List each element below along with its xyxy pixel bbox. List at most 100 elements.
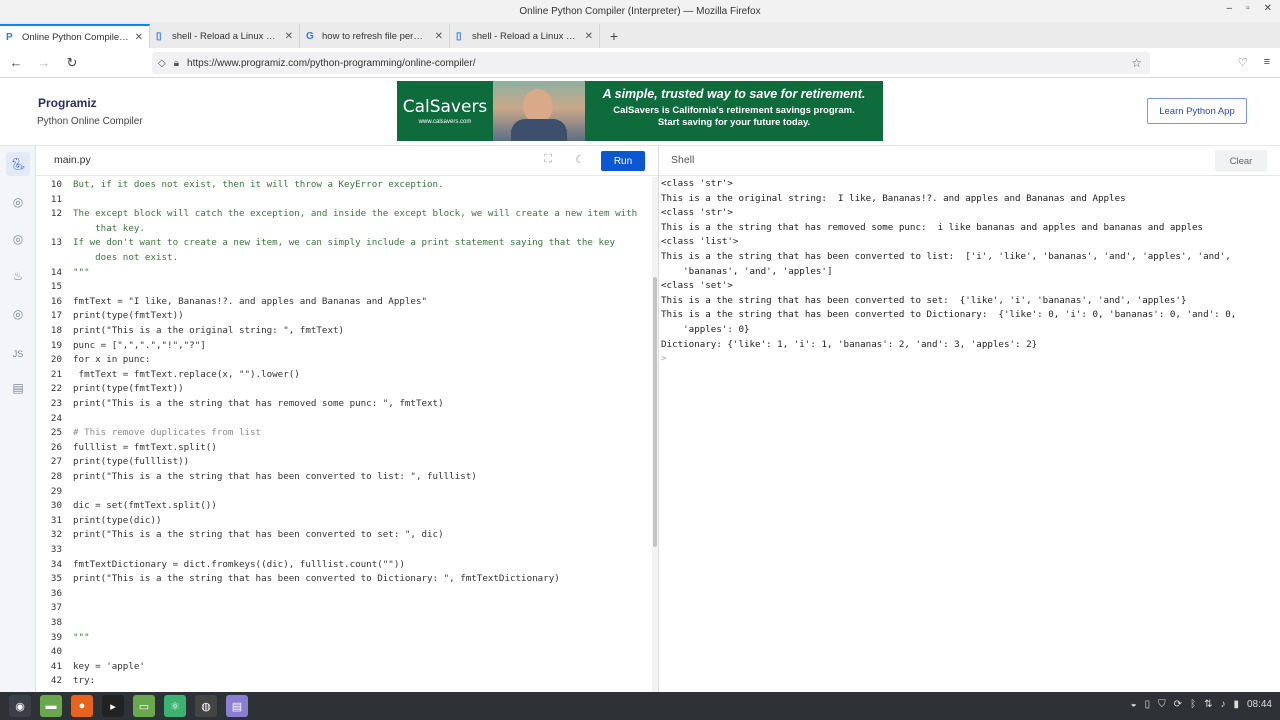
notes-app-icon[interactable]: ▤ <box>226 695 248 717</box>
code-line[interactable]: 13 If we don't want to create a new item,… <box>36 236 652 251</box>
network-status-icon[interactable]: ◒ <box>1131 699 1137 710</box>
code-line[interactable]: 22 print(type(fmtText)) <box>36 382 652 397</box>
code-line[interactable]: 28 print("This is a the string that has b… <box>36 470 652 485</box>
run-button[interactable]: Run <box>601 151 645 171</box>
code-line[interactable]: that key. <box>36 222 652 237</box>
terminal-icon[interactable]: ▸ <box>102 695 124 717</box>
volume-icon[interactable]: ♪ <box>1220 699 1225 710</box>
code-editor[interactable]: 10 But, if it does not exist, then it wil… <box>36 177 652 692</box>
code-text[interactable]: But, if it does not exist, then it will … <box>73 178 444 193</box>
firefox-icon[interactable]: ● <box>71 695 93 717</box>
code-text[interactable]: fmtText = fmtText.replace(x, "").lower() <box>73 368 300 383</box>
code-line[interactable]: 20 for x in punc: <box>36 353 652 368</box>
code-line[interactable]: 10 But, if it does not exist, then it wil… <box>36 178 652 193</box>
url-bar[interactable]: ◇ 🔒︎ https://www.programiz.com/python-pr… <box>152 52 1150 74</box>
minimize-icon[interactable]: – <box>1227 3 1233 14</box>
code-line[interactable]: 18 print("This is a the original string: … <box>36 324 652 339</box>
show-desktop-icon[interactable]: ▬ <box>40 695 62 717</box>
bookmark-star-icon[interactable]: ☆ <box>1131 56 1142 70</box>
code-text[interactable]: try: <box>73 674 95 689</box>
code-text[interactable]: print("This is a the string that has bee… <box>73 572 560 587</box>
close-tab-icon[interactable]: ✕ <box>135 32 143 43</box>
shield-icon[interactable]: ◇ <box>158 58 166 69</box>
url-text[interactable]: https://www.programiz.com/python-program… <box>187 58 475 69</box>
c-language-icon[interactable]: ◎ <box>6 190 30 214</box>
menu-icon[interactable]: ≡ <box>1264 56 1270 69</box>
new-tab-icon[interactable]: + <box>600 24 628 48</box>
code-text[interactable]: fulllist = fmtText.split() <box>73 441 217 456</box>
maximize-icon[interactable]: ▫ <box>1246 3 1250 14</box>
code-text[interactable]: """ <box>73 266 90 281</box>
code-line[interactable]: 39 """ <box>36 631 652 646</box>
code-line[interactable]: 12 The except block will catch the except… <box>36 207 652 222</box>
code-text[interactable]: key = 'apple' <box>73 660 145 675</box>
code-line[interactable]: 14 """ <box>36 266 652 281</box>
code-line[interactable]: 40 <box>36 645 652 660</box>
browser-tab[interactable]: ▯ shell - Reload a Linux user's ✕ <box>150 24 300 48</box>
python-icon[interactable]: 🐍︎ <box>6 152 30 176</box>
browser-tab[interactable]: P Online Python Compiler (Int ✕ <box>0 24 150 48</box>
csharp-language-icon[interactable]: ◎ <box>6 302 30 326</box>
cpp-language-icon[interactable]: ◎ <box>6 227 30 251</box>
obs-icon[interactable]: ◍ <box>195 695 217 717</box>
code-text[interactable]: for x in punc: <box>73 353 150 368</box>
clipboard-icon[interactable]: ▯ <box>1145 699 1151 710</box>
update-icon[interactable]: ⟳ <box>1174 699 1182 710</box>
code-text[interactable]: If we don't want to create a new item, w… <box>73 236 615 251</box>
code-line[interactable]: 11 <box>36 193 652 208</box>
atom-editor-icon[interactable]: ⚛ <box>164 695 186 717</box>
code-text[interactable]: print("This is a the original string: ",… <box>73 324 344 339</box>
browser-tab[interactable]: G how to refresh file permissi ✕ <box>300 24 450 48</box>
code-text[interactable]: punc = [",",".","!","?"] <box>73 339 206 354</box>
back-icon[interactable]: ← <box>4 55 28 70</box>
forward-icon[interactable]: → <box>32 55 56 70</box>
code-line[interactable]: 16 fmtText = "I like, Bananas!?. and appl… <box>36 295 652 310</box>
code-text[interactable]: print(type(fulllist)) <box>73 455 189 470</box>
code-line[interactable]: 34 fmtTextDictionary = dict.fromkeys((dic… <box>36 558 652 573</box>
code-line[interactable]: 31 print(type(dic)) <box>36 514 652 529</box>
code-text[interactable]: """ <box>73 631 90 646</box>
code-line[interactable]: 35 print("This is a the string that has b… <box>36 572 652 587</box>
dark-mode-icon[interactable]: ☾ <box>572 153 588 169</box>
code-line[interactable]: 15 <box>36 280 652 295</box>
code-line[interactable]: 26 fulllist = fmtText.split() <box>36 441 652 456</box>
code-text[interactable]: fmtTextDictionary = dict.fromkeys((dic),… <box>73 558 405 573</box>
pane-divider[interactable] <box>658 146 659 692</box>
code-line[interactable]: 17 print(type(fmtText)) <box>36 309 652 324</box>
code-text[interactable]: that key. <box>73 222 145 237</box>
close-tab-icon[interactable]: ✕ <box>285 31 293 42</box>
start-menu-icon[interactable]: ◉ <box>9 695 31 717</box>
code-text[interactable]: fmtText = "I like, Bananas!?. and apples… <box>73 295 427 310</box>
pocket-icon[interactable]: ♡ <box>1238 56 1248 69</box>
bluetooth-icon[interactable]: ᛒ <box>1190 699 1196 710</box>
code-text[interactable]: print(type(fmtText)) <box>73 309 184 324</box>
code-line[interactable]: 41 key = 'apple' <box>36 660 652 675</box>
learn-python-app-button[interactable]: Learn Python App <box>1147 98 1247 124</box>
code-line[interactable]: does not exist. <box>36 251 652 266</box>
code-text[interactable]: print(type(dic)) <box>73 514 162 529</box>
lock-icon[interactable]: 🔒︎ <box>174 58 179 69</box>
shell-prompt[interactable]: > <box>661 352 667 367</box>
code-text[interactable]: # This remove duplicates from list <box>73 426 261 441</box>
code-line[interactable]: 33 <box>36 543 652 558</box>
code-text[interactable]: print(type(fmtText)) <box>73 382 184 397</box>
code-line[interactable]: 21 fmtText = fmtText.replace(x, "").lowe… <box>36 368 652 383</box>
network-icon[interactable]: ⇅ <box>1204 699 1212 710</box>
code-line[interactable]: 25 # This remove duplicates from list <box>36 426 652 441</box>
code-line[interactable]: 27 print(type(fulllist)) <box>36 455 652 470</box>
code-line[interactable]: 23 print("This is a the string that has r… <box>36 397 652 412</box>
shield-tray-icon[interactable]: ⛉ <box>1158 699 1166 710</box>
files-icon[interactable]: ▭ <box>133 695 155 717</box>
code-line[interactable]: 36 <box>36 587 652 602</box>
clear-button[interactable]: Clear <box>1215 150 1267 172</box>
code-text[interactable]: The except block will catch the exceptio… <box>73 207 637 222</box>
ad-banner[interactable]: CalSavers www.calsavers.com A simple, tr… <box>397 81 883 141</box>
close-tab-icon[interactable]: ✕ <box>435 31 443 42</box>
fullscreen-icon[interactable]: ⛶ <box>540 153 556 169</box>
code-line[interactable]: 29 <box>36 485 652 500</box>
code-line[interactable]: 42 try: <box>36 674 652 689</box>
code-text[interactable]: print("This is a the string that has rem… <box>73 397 444 412</box>
sql-database-icon[interactable]: ▤ <box>6 376 30 400</box>
code-line[interactable]: 19 punc = [",",".","!","?"] <box>36 339 652 354</box>
code-line[interactable]: 38 <box>36 616 652 631</box>
